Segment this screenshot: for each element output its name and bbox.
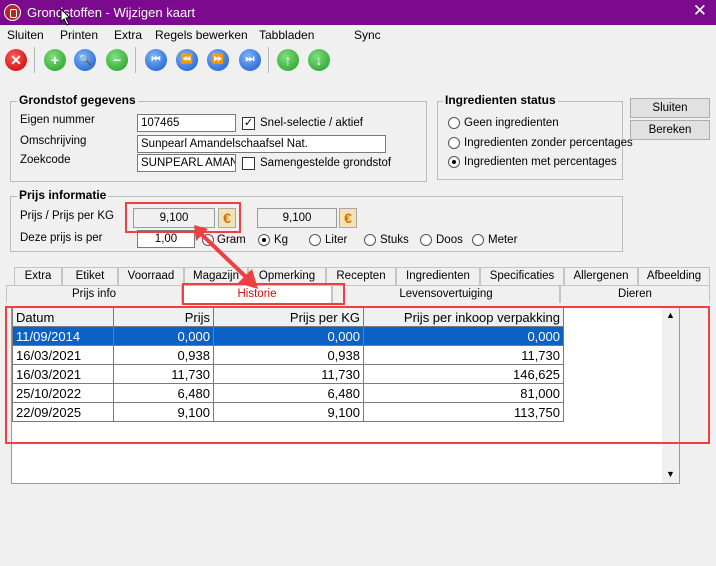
add-button[interactable]: + bbox=[44, 49, 66, 71]
menu-extra[interactable]: Extra bbox=[114, 28, 142, 42]
annotation-table-highlight bbox=[5, 306, 710, 444]
prijs-informatie-title: Prijs informatie bbox=[17, 188, 109, 202]
close-record-button[interactable]: ✕ bbox=[5, 49, 27, 71]
toolbar-separator bbox=[34, 47, 35, 73]
window-title: Grondstoffen - Wijzigen kaart bbox=[27, 5, 196, 20]
status-option-zonder: Ingredienten zonder percentages bbox=[464, 137, 633, 149]
status-option-met: Ingredienten met percentages bbox=[464, 156, 617, 168]
annotation-arrow bbox=[194, 225, 258, 289]
unit-radio-liter[interactable] bbox=[309, 234, 321, 246]
first-record-button[interactable]: ⏮ bbox=[145, 49, 167, 71]
tab-ingredienten[interactable]: Ingredienten bbox=[396, 267, 480, 285]
close-window-icon[interactable]: ✕ bbox=[693, 1, 707, 21]
status-radio-geen[interactable] bbox=[448, 117, 460, 129]
tab-etiket[interactable]: Etiket bbox=[62, 267, 118, 285]
unit-radio-doos[interactable] bbox=[420, 234, 432, 246]
unit-label-doos: Doos bbox=[436, 234, 463, 246]
unit-radio-stuks[interactable] bbox=[364, 234, 376, 246]
eigen-nummer-label: Eigen nummer bbox=[20, 114, 95, 126]
toolbar-separator bbox=[135, 47, 136, 73]
samengestelde-label: Samengestelde grondstof bbox=[260, 157, 392, 169]
unit-label-meter: Meter bbox=[488, 234, 518, 246]
tab-voorraad[interactable]: Voorraad bbox=[118, 267, 184, 285]
tab-specificaties[interactable]: Specificaties bbox=[480, 267, 564, 285]
omschrijving-label: Omschrijving bbox=[20, 135, 87, 147]
ingredienten-status-title: Ingredienten status bbox=[443, 93, 558, 107]
menu-regels-bewerken[interactable]: Regels bewerken bbox=[155, 28, 248, 42]
status-radio-met[interactable] bbox=[448, 156, 460, 168]
sluiten-button[interactable]: Sluiten bbox=[630, 98, 710, 118]
grondstof-gegevens-title: Grondstof gegevens bbox=[17, 93, 138, 107]
next-record-button[interactable]: ⏩ bbox=[207, 49, 229, 71]
app-icon bbox=[4, 4, 21, 21]
status-option-geen: Geen ingredienten bbox=[464, 117, 559, 129]
samengestelde-checkbox[interactable] bbox=[242, 157, 255, 170]
tab-afbeelding[interactable]: Afbeelding bbox=[638, 267, 710, 285]
omschrijving-input[interactable]: Sunpearl Amandelschaafsel Nat. bbox=[137, 135, 386, 153]
bereken-button[interactable]: Bereken bbox=[630, 120, 710, 140]
prijs-label: Prijs / Prijs per KG bbox=[20, 210, 114, 222]
menu-sluiten[interactable]: Sluiten bbox=[7, 28, 44, 42]
snel-selectie-label: Snel-selectie / aktief bbox=[260, 117, 363, 129]
tab-extra[interactable]: Extra bbox=[14, 267, 62, 285]
status-radio-zonder[interactable] bbox=[448, 137, 460, 149]
previous-record-button[interactable]: ⏪ bbox=[176, 49, 198, 71]
snel-selectie-checkbox[interactable]: ✓ bbox=[242, 117, 255, 130]
deze-prijs-label: Deze prijs is per bbox=[20, 232, 103, 244]
tab-dieren[interactable]: Dieren bbox=[560, 285, 710, 303]
unit-label-stuks: Stuks bbox=[380, 234, 409, 246]
remove-button[interactable]: − bbox=[106, 49, 128, 71]
menu-bar: Sluiten Printen Extra Regels bewerken Ta… bbox=[0, 25, 716, 45]
menu-printen[interactable]: Printen bbox=[60, 28, 98, 42]
tab-prijs-info[interactable]: Prijs info bbox=[6, 285, 182, 303]
tab-levensovertuiging[interactable]: Levensovertuiging bbox=[332, 285, 560, 303]
move-up-button[interactable]: ↑ bbox=[277, 49, 299, 71]
unit-label-kg: Kg bbox=[274, 234, 289, 246]
search-button[interactable]: 🔍 bbox=[74, 49, 96, 71]
move-down-button[interactable]: ↓ bbox=[308, 49, 330, 71]
mouse-cursor-icon bbox=[60, 8, 72, 26]
last-record-button[interactable]: ⏭ bbox=[239, 49, 261, 71]
title-bar: Grondstoffen - Wijzigen kaart ✕ bbox=[0, 0, 716, 25]
scroll-down-icon[interactable]: ▼ bbox=[662, 466, 679, 483]
unit-radio-meter[interactable] bbox=[472, 234, 484, 246]
prijs-per-kg-euro-button[interactable]: € bbox=[339, 208, 357, 228]
zoekcode-input[interactable]: SUNPEARL AMANDI bbox=[137, 154, 236, 172]
tab-allergenen[interactable]: Allergenen bbox=[564, 267, 638, 285]
menu-sync[interactable]: Sync bbox=[354, 28, 381, 42]
unit-label-liter: Liter bbox=[325, 234, 348, 246]
zoekcode-label: Zoekcode bbox=[20, 154, 71, 166]
toolbar-separator bbox=[268, 47, 269, 73]
eigen-nummer-input[interactable]: 107465 bbox=[137, 114, 236, 132]
menu-tabbladen[interactable]: Tabbladen bbox=[259, 28, 314, 42]
annotation-arrow-line bbox=[196, 229, 248, 279]
